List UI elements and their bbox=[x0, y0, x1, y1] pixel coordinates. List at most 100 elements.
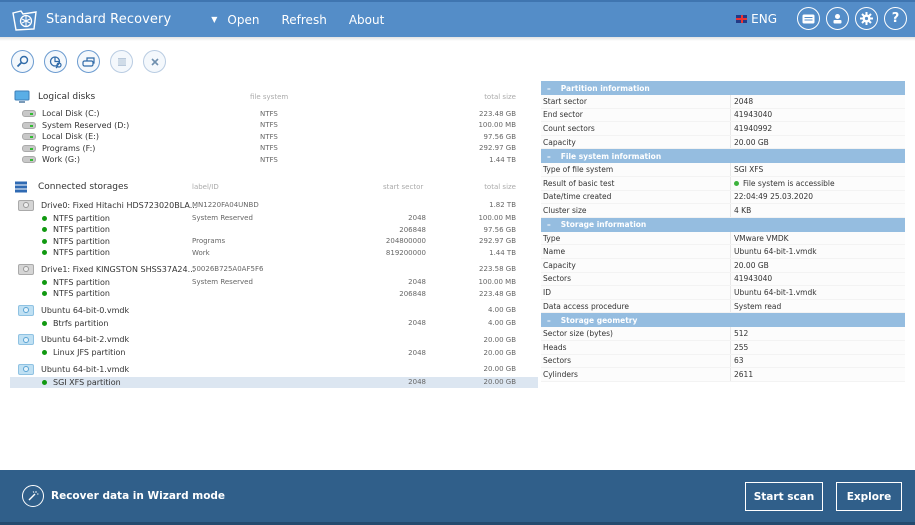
partition-label: System Reserved bbox=[192, 278, 253, 287]
license-button[interactable] bbox=[797, 7, 820, 30]
col-start-sector: start sector bbox=[383, 182, 424, 191]
partition-row[interactable]: NTFS partition Work 819200000 1.44 TB bbox=[10, 247, 538, 259]
license-icon bbox=[802, 14, 815, 23]
hard-drive-icon bbox=[22, 133, 36, 141]
help-icon: ? bbox=[891, 11, 900, 26]
info-row: Cylinders 2611 bbox=[541, 368, 905, 382]
drive-name: Ubuntu 64-bit-0.vmdk bbox=[41, 305, 130, 315]
info-value: 255 bbox=[731, 341, 748, 354]
partition-status-icon bbox=[42, 350, 47, 356]
info-row: Name Ubuntu 64-bit-1.vmdk bbox=[541, 245, 905, 259]
partition-row[interactable]: NTFS partition 206848 97.56 GB bbox=[10, 224, 538, 236]
partition-row[interactable]: NTFS partition System Reserved 2048 100.00 … bbox=[10, 213, 538, 225]
disk-name: System Reserved (D:) bbox=[42, 120, 130, 130]
start-scan-button[interactable]: Start scan bbox=[745, 482, 823, 511]
logical-disk-row[interactable]: Local Disk (E:) NTFS 97.56 GB bbox=[10, 131, 538, 143]
info-row: ID Ubuntu 64-bit-1.vmdk bbox=[541, 286, 905, 300]
info-section-title: Storage geometry bbox=[560, 315, 638, 325]
header-divider bbox=[0, 37, 915, 41]
search-icon bbox=[16, 55, 29, 68]
info-key: Sectors bbox=[541, 354, 731, 368]
info-section-header[interactable]: – File system information bbox=[541, 149, 905, 164]
scan-partition-button[interactable] bbox=[44, 50, 67, 73]
drive-name: Drive1: Fixed KINGSTON SHSS37A24... bbox=[41, 264, 196, 274]
partition-start-sector: 204800000 bbox=[385, 237, 426, 246]
logical-disk-row[interactable]: Programs (F:) NTFS 292.97 GB bbox=[10, 143, 538, 155]
menu-refresh[interactable]: Refresh bbox=[281, 13, 326, 27]
info-key: Capacity bbox=[541, 258, 731, 272]
disc-icon bbox=[23, 307, 29, 313]
partition-row[interactable]: SGI XFS partition 2048 20.00 GB bbox=[10, 376, 538, 388]
info-row: Sector size (bytes) 512 bbox=[541, 327, 905, 341]
info-value: File system is accessible bbox=[731, 177, 835, 190]
info-value-text: System read bbox=[734, 301, 782, 311]
info-value-text: VMware VMDK bbox=[734, 233, 789, 243]
partition-row[interactable]: NTFS partition System Reserved 2048 100.00 … bbox=[10, 277, 538, 289]
menu-about[interactable]: About bbox=[349, 13, 384, 27]
close-button[interactable] bbox=[143, 50, 166, 73]
storage-icon bbox=[81, 56, 95, 67]
monitor-icon bbox=[14, 90, 30, 103]
partition-status-icon bbox=[42, 291, 47, 297]
storage-button[interactable] bbox=[77, 50, 100, 73]
info-value-text: 2048 bbox=[734, 96, 754, 106]
storage-drive-row[interactable]: Ubuntu 64-bit-2.vmdk 20.00 GB bbox=[10, 332, 538, 347]
collapse-icon[interactable]: – bbox=[547, 84, 551, 93]
logical-disk-row[interactable]: Work (G:) NTFS 1.44 TB bbox=[10, 154, 538, 166]
storage-drive-row[interactable]: Ubuntu 64-bit-1.vmdk 20.00 GB bbox=[10, 362, 538, 377]
virtual-disk-icon bbox=[18, 334, 34, 345]
info-value: 41940992 bbox=[731, 122, 772, 135]
wizard-wand-icon[interactable] bbox=[22, 485, 44, 507]
info-key: Cluster size bbox=[541, 204, 731, 217]
logical-disk-row[interactable]: System Reserved (D:) NTFS 100.00 MB bbox=[10, 120, 538, 132]
settings-button[interactable] bbox=[855, 7, 878, 30]
list-button[interactable] bbox=[110, 50, 133, 73]
info-value-text: Ubuntu 64-bit-1.vmdk bbox=[734, 247, 817, 257]
storage-drive-row[interactable]: Ubuntu 64-bit-0.vmdk 4.00 GB bbox=[10, 303, 538, 318]
menu-open[interactable]: Open bbox=[227, 13, 259, 27]
info-row: End sector 41943040 bbox=[541, 108, 905, 123]
partition-row[interactable]: NTFS partition 206848 223.48 GB bbox=[10, 288, 538, 300]
storage-drive-row[interactable]: Drive0: Fixed Hitachi HDS723020BLA... MN1… bbox=[10, 198, 538, 213]
wizard-mode-link[interactable]: Recover data in Wizard mode bbox=[51, 490, 225, 502]
disk-size: 100.00 MB bbox=[478, 121, 516, 130]
partition-status-icon bbox=[42, 379, 47, 385]
help-button[interactable]: ? bbox=[884, 7, 907, 30]
collapse-icon[interactable]: – bbox=[547, 152, 551, 161]
hard-drive-icon bbox=[22, 110, 36, 118]
info-section-header[interactable]: – Partition information bbox=[541, 81, 905, 95]
info-key: Sectors bbox=[541, 272, 731, 286]
partition-name: NTFS partition bbox=[53, 289, 110, 299]
drive-name: Ubuntu 64-bit-2.vmdk bbox=[41, 335, 130, 344]
collapse-icon[interactable]: – bbox=[547, 220, 551, 229]
info-value: System read bbox=[731, 300, 781, 313]
partition-label: Work bbox=[192, 248, 210, 257]
account-button[interactable] bbox=[826, 7, 849, 30]
logical-disk-row[interactable]: Local Disk (C:) NTFS 223.48 GB bbox=[10, 108, 538, 120]
info-key: Name bbox=[541, 245, 731, 258]
logical-disk-list: Local Disk (C:) NTFS 223.48 GB System Reser… bbox=[10, 108, 538, 166]
search-button[interactable] bbox=[11, 50, 34, 73]
hard-drive-icon bbox=[22, 156, 36, 164]
menu-dropdown-caret-icon[interactable]: ▼ bbox=[211, 15, 217, 24]
info-section-header[interactable]: – Storage geometry bbox=[541, 313, 905, 328]
explore-button[interactable]: Explore bbox=[836, 482, 902, 511]
partition-status-icon bbox=[42, 238, 47, 244]
storage-drive-row[interactable]: Drive1: Fixed KINGSTON SHSS37A24... 50026… bbox=[10, 262, 538, 277]
collapse-icon[interactable]: – bbox=[547, 316, 551, 325]
language-selector[interactable]: ENG bbox=[736, 12, 777, 26]
partition-size: 100.00 MB bbox=[478, 214, 516, 223]
close-icon bbox=[150, 57, 159, 66]
info-value: 22:04:49 25.03.2020 bbox=[731, 191, 813, 204]
physical-drive-icon bbox=[18, 199, 34, 211]
storage-list: Drive0: Fixed Hitachi HDS723020BLA... MN1… bbox=[10, 198, 538, 392]
partition-row[interactable]: Btrfs partition 2048 4.00 GB bbox=[10, 318, 538, 330]
info-key: Heads bbox=[541, 340, 731, 354]
info-value-text: 512 bbox=[734, 329, 749, 339]
partition-row[interactable]: NTFS partition Programs 204800000 292.97 GB bbox=[10, 236, 538, 248]
partition-status-icon bbox=[42, 250, 47, 256]
info-section-header[interactable]: – Storage information bbox=[541, 217, 905, 232]
info-value-text: Ubuntu 64-bit-1.vmdk bbox=[734, 287, 817, 297]
partition-row[interactable]: Linux JFS partition 2048 20.00 GB bbox=[10, 347, 538, 359]
